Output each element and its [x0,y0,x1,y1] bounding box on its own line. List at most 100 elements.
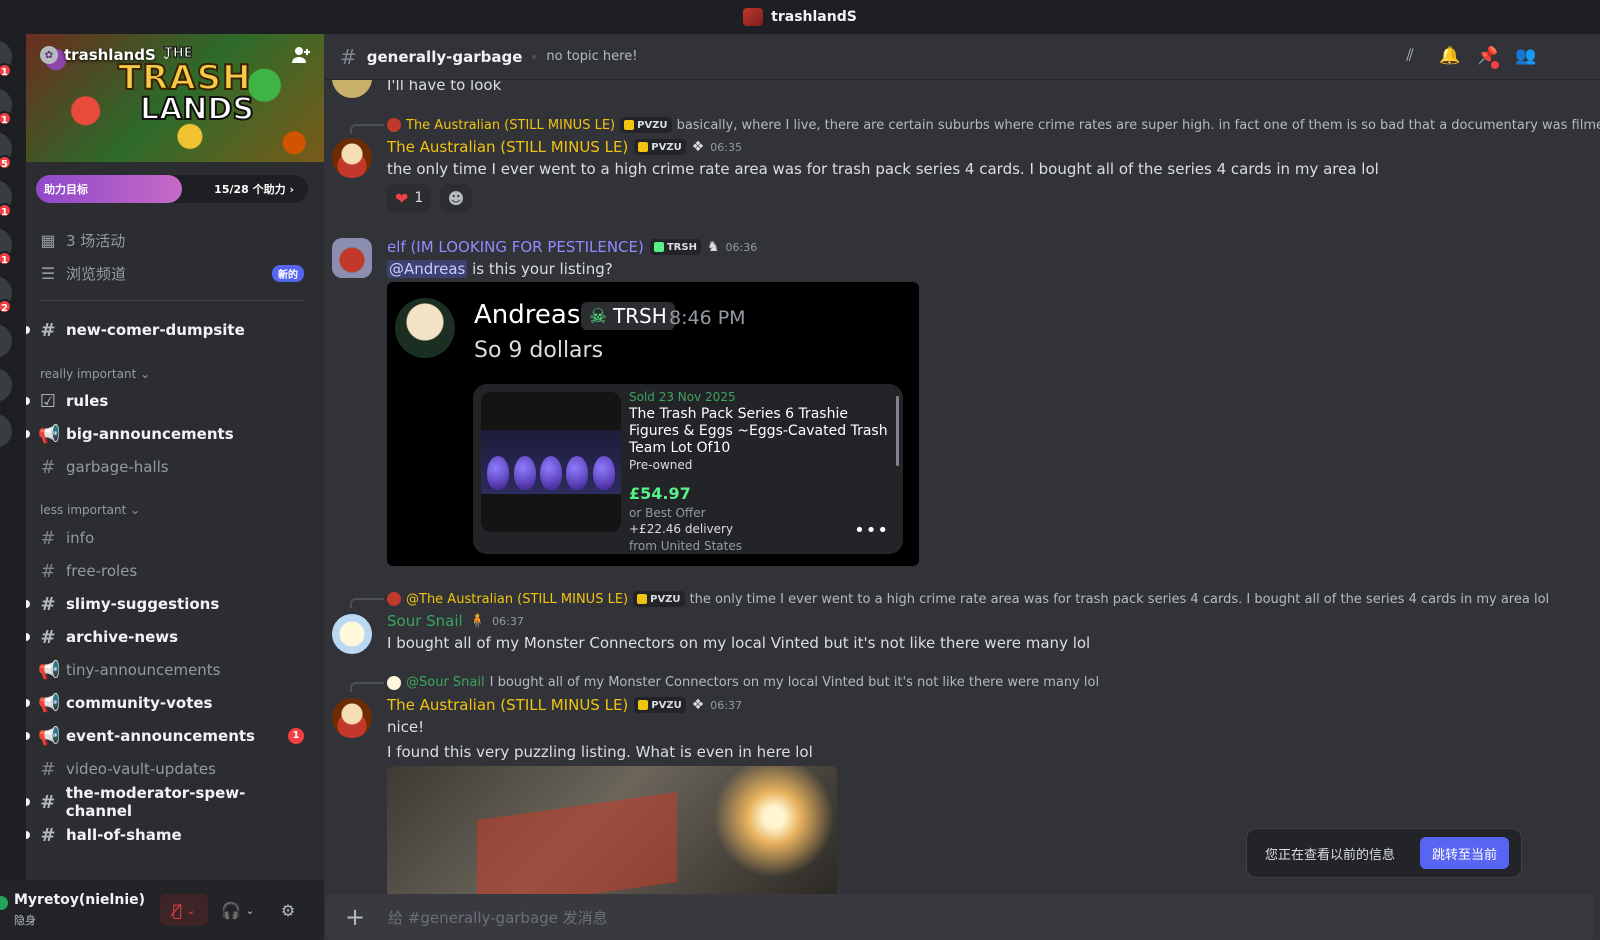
guild-tag: PVZU [634,139,686,155]
server-icon[interactable] [0,414,12,448]
author-name[interactable]: elf (IM LOOKING FOR PESTILENCE) [387,238,644,256]
channel-item[interactable]: # archive-news [26,622,308,652]
boost-count: 15/28 个助力 › [214,183,294,196]
unread-indicator [26,600,30,608]
image-attachment[interactable] [387,766,837,894]
category-really-important[interactable]: really important ⌄ [40,367,150,381]
upload-plus-icon[interactable]: + [342,904,368,930]
server-name: trashlandS [64,46,156,64]
message-text: @Andreas is this your listing? [387,260,613,278]
message-list: I'll have to look The Australian (STILL … [324,80,1600,894]
server-icon[interactable]: 1 [0,88,12,126]
channel-item[interactable]: # video-vault-updates [38,754,308,784]
threads-icon[interactable]: ⫽ [1398,46,1422,70]
server-icon[interactable]: 1 [0,180,12,218]
listing-origin: from United States [629,539,742,553]
reply-preview[interactable]: @The Australian (STILL MINUS LE) PVZU th… [387,591,1549,607]
text-channel-icon: # [340,44,357,69]
channel-item[interactable]: # new-comer-dumpsite [26,315,308,345]
author-name[interactable]: Sour Snail [387,612,463,630]
author-name[interactable]: The Australian (STILL MINUS LE) [387,138,628,156]
channel-item[interactable]: 📢 event-announcements 1 [26,721,308,751]
add-reaction-button[interactable]: ☻ [440,184,472,212]
reply-preview[interactable]: @Sour Snail I bought all of my Monster C… [387,675,1099,690]
announcement-icon: 📢 [38,423,61,445]
reply-preview[interactable]: The Australian (STILL MINUS LE) PVZU bas… [387,117,1600,133]
boost-goal-bar[interactable]: 助力目标 15/28 个助力 › [36,175,308,203]
browse-label: 浏览频道 [66,264,127,283]
reply-author: @Sour Snail [406,675,485,690]
guild-tag: PVZU [634,697,686,713]
avatar[interactable] [332,614,372,654]
reply-author: @The Australian (STILL MINUS LE) [406,591,629,607]
channel-item[interactable]: 📢 community-votes [26,688,308,718]
channel-item[interactable]: # free-roles [38,556,308,586]
eggs-photo [481,430,621,494]
bell-icon[interactable]: 🔔 [1438,46,1462,70]
avatar[interactable] [332,698,372,738]
server-icon[interactable] [0,368,12,402]
timestamp[interactable]: 06:35 [710,141,742,154]
new-badge: 新的 [272,264,304,282]
guild-tag: TRSH [649,239,701,255]
channel-item[interactable]: # info [38,523,308,553]
reply-avatar [387,118,401,132]
channel-item[interactable]: 📢 big-announcements [26,419,308,449]
server-icon[interactable]: 1 [0,40,12,78]
timestamp[interactable]: 06:37 [710,699,742,712]
deafen-button[interactable]: 🎧 ⌄ [214,894,262,926]
guild-tag: PVZU [633,591,685,607]
channel-name: big-announcements [66,425,234,443]
reply-avatar [387,592,401,606]
avatar[interactable] [332,80,372,98]
invite-people-icon[interactable] [290,46,312,66]
member-list-icon[interactable]: 👥 [1514,46,1538,70]
channel-topic[interactable]: no topic here! [546,49,637,64]
message-input[interactable] [388,906,1488,930]
timestamp[interactable]: 06:37 [492,615,524,628]
window-title: trashlandS [771,9,857,25]
server-icon[interactable] [0,324,12,358]
channel-item[interactable]: ☑ rules [26,386,308,416]
channel-item[interactable]: # slimy-suggestions [26,589,308,619]
browse-channels-row[interactable]: ☰ 浏览频道 新的 [38,258,308,288]
timestamp[interactable]: 06:36 [726,241,758,254]
channel-item[interactable]: 📢 tiny-announcements [38,655,308,685]
rail-badge: 1 [0,63,12,78]
channel-name: rules [66,392,109,410]
unread-indicator [26,326,30,334]
message-header: The Australian (STILL MINUS LE) PVZU ❖ 0… [387,696,742,714]
chevron-down-icon: ⌄ [245,903,255,917]
role-icon: 🧍 [468,613,487,629]
role-icon: ♞ [706,239,720,255]
channel-item[interactable]: # garbage-halls [38,452,308,482]
message-text: the only time I ever went to a high crim… [387,160,1379,178]
author-name[interactable]: The Australian (STILL MINUS LE) [387,696,628,714]
channel-name: video-vault-updates [66,760,216,778]
reaction-heart[interactable]: ❤ 1 [387,184,432,212]
events-row[interactable]: ▦ 3 场活动 [38,225,308,255]
rail-badge: 1 [0,203,12,218]
channel-item[interactable]: # hall-of-shame [26,820,308,850]
pin-icon[interactable]: 📌 [1476,46,1500,70]
image-attachment[interactable]: Andreas ☠ TRSH 8:46 PM So 9 dollars Sold … [387,282,919,566]
channel-item[interactable]: # the-moderator-spew-channel [26,784,308,820]
server-icon[interactable]: 1 [0,228,12,266]
listing-card: Sold 23 Nov 2025 The Trash Pack Series 6… [473,384,903,554]
channel-name: new-comer-dumpsite [66,321,245,339]
announcement-icon: 📢 [38,659,61,681]
avatar[interactable] [332,138,372,178]
listing-title: The Trash Pack Series 6 Trashie Figures … [629,406,888,456]
server-icon[interactable]: 2 [0,276,12,314]
user-name[interactable]: Myretoy(nielnie) [14,892,145,908]
tag-icon [624,120,635,130]
user-settings-button[interactable]: ⚙ [272,894,304,926]
avatar[interactable] [332,238,372,278]
server-icon[interactable]: 5 [0,132,12,170]
category-less-important[interactable]: less important ⌄ [40,503,140,517]
jump-to-present-button[interactable]: 跳转至当前 [1419,837,1509,869]
user-mention[interactable]: @Andreas [387,260,468,278]
server-name-header[interactable]: ✿ trashlandS ⌄ [40,46,171,64]
server-banner[interactable]: THE TRASH LANDS ✿ trashlandS ⌄ [26,34,324,162]
mute-microphone-button[interactable]: 🎙̸ ⌄ [160,894,208,926]
